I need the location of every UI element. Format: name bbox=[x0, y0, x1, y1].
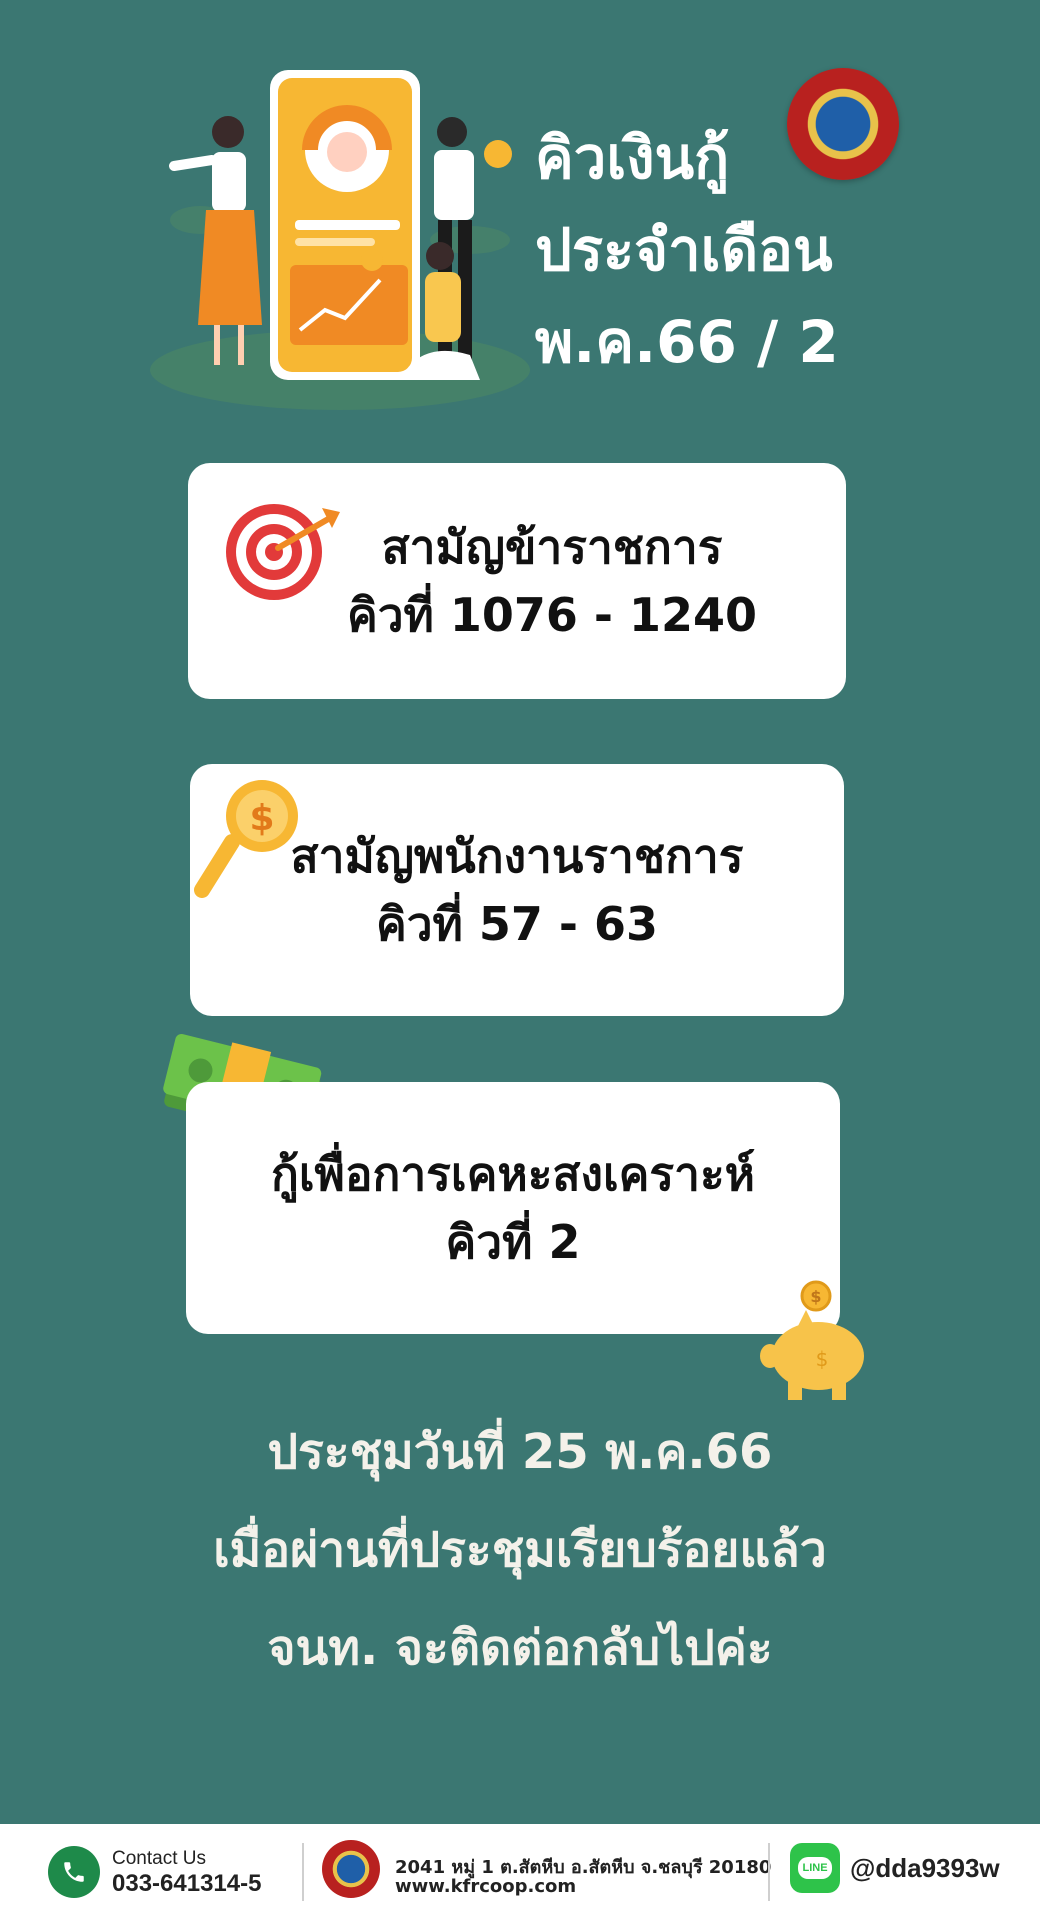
card-queue: คิวที่ 57 - 63 bbox=[375, 897, 659, 951]
meeting-approval-text: เมื่อผ่านที่ประชุมเรียบร้อยแล้ว bbox=[213, 1522, 827, 1578]
footer-divider bbox=[302, 1843, 304, 1901]
card-queue: คิวที่ 1076 - 1240 bbox=[346, 588, 758, 642]
title-line-3: พ.ค.66 / 2 bbox=[535, 308, 839, 376]
coop-seal-logo bbox=[787, 68, 899, 180]
footer-divider bbox=[768, 1843, 770, 1901]
phone-icon[interactable] bbox=[48, 1846, 100, 1898]
callback-note-text: จนท. จะติดต่อกลับไปค่ะ bbox=[267, 1620, 773, 1676]
card-category: กู้เพื่อการเคหะสงเคราะห์ bbox=[270, 1147, 756, 1201]
queue-card-housing-loan: กู้เพื่อการเคหะสงเคราะห์ คิวที่ 2 bbox=[186, 1082, 840, 1334]
footer-website-link[interactable]: www.kfrcoop.com bbox=[395, 1876, 576, 1897]
title-line-2: ประจำเดือน bbox=[535, 216, 833, 284]
coop-seal-logo-small bbox=[322, 1840, 380, 1898]
card-category: สามัญพนักงานราชการ bbox=[290, 829, 744, 883]
line-icon[interactable]: LINE bbox=[790, 1843, 840, 1893]
card-queue: คิวที่ 2 bbox=[445, 1215, 581, 1269]
svg-text:$: $ bbox=[816, 1347, 829, 1371]
card-category: สามัญข้าราชการ bbox=[381, 520, 723, 574]
contact-phone[interactable]: 033-641314-5 bbox=[112, 1870, 261, 1898]
line-badge-label: LINE bbox=[798, 1857, 832, 1879]
contact-label: Contact Us bbox=[112, 1848, 206, 1869]
meeting-date-text: ประชุมวันที่ 25 พ.ค.66 bbox=[267, 1424, 773, 1480]
line-id[interactable]: @dda9393w bbox=[850, 1853, 1000, 1884]
magnifier-dollar-icon: $ bbox=[194, 780, 298, 898]
target-icon bbox=[226, 504, 340, 600]
finance-team-illustration bbox=[150, 70, 530, 410]
svg-text:$: $ bbox=[810, 1287, 821, 1306]
svg-text:$: $ bbox=[249, 798, 274, 839]
piggy-bank-icon: $ $ bbox=[760, 1280, 864, 1400]
